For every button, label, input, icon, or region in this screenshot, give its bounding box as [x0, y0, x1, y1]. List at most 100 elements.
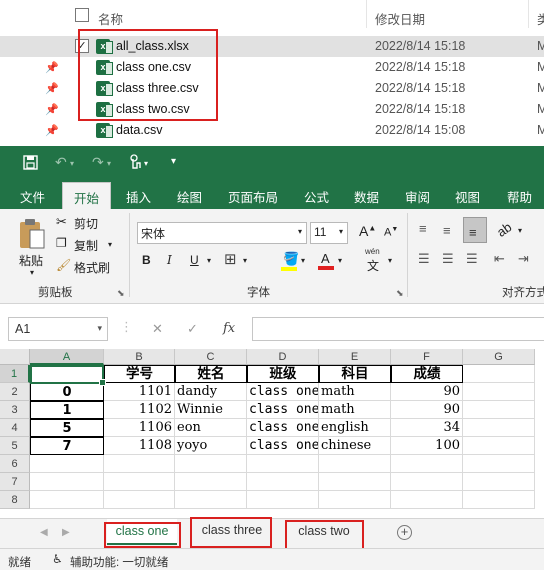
scroll-tabs-left-icon[interactable]: ◀: [40, 527, 48, 538]
select-all-checkbox[interactable]: [75, 8, 89, 22]
table-header-cell[interactable]: 成绩: [391, 365, 463, 383]
empty-cell[interactable]: [30, 491, 104, 509]
empty-cell[interactable]: [391, 491, 463, 509]
orientation-icon[interactable]: ab: [494, 219, 514, 240]
scroll-tabs-right-icon[interactable]: ▶: [62, 527, 70, 538]
empty-cell[interactable]: [319, 455, 391, 473]
underline-button[interactable]: U: [190, 253, 199, 267]
pin-icon[interactable]: 📌: [45, 61, 59, 74]
add-sheet-button[interactable]: +: [397, 525, 412, 540]
tab-6[interactable]: 数据: [354, 187, 379, 206]
name-box[interactable]: A1 ▾: [8, 317, 108, 341]
tab-8[interactable]: 视图: [455, 187, 480, 206]
customize-qat-icon[interactable]: ▾: [171, 156, 176, 167]
row-header[interactable]: 6: [0, 455, 30, 473]
pin-icon[interactable]: 📌: [45, 124, 59, 137]
row-header[interactable]: 7: [0, 473, 30, 491]
save-icon[interactable]: [23, 155, 38, 170]
font-name-select[interactable]: 宋体 ▾: [137, 222, 307, 244]
align-left-icon[interactable]: ☰: [418, 251, 430, 267]
row-header[interactable]: 3: [0, 401, 30, 419]
column-header-g[interactable]: G: [463, 349, 535, 365]
index-cell[interactable]: 0: [30, 383, 104, 401]
file-row[interactable]: 📌✓xdata.csv2022/8/14 15:08M: [0, 120, 544, 141]
empty-cell[interactable]: [463, 365, 535, 383]
increase-indent-icon[interactable]: ⇥: [518, 251, 529, 267]
font-size-select[interactable]: 11 ▾: [310, 222, 348, 244]
bold-button[interactable]: B: [142, 253, 151, 267]
data-cell[interactable]: 1106: [104, 419, 175, 437]
empty-cell[interactable]: [175, 473, 247, 491]
formula-input[interactable]: [252, 317, 544, 341]
data-cell[interactable]: 1108: [104, 437, 175, 455]
empty-cell[interactable]: [247, 491, 319, 509]
pin-icon[interactable]: 📌: [45, 103, 59, 116]
undo-dropdown-icon[interactable]: ▾: [70, 159, 74, 168]
row-header[interactable]: 8: [0, 491, 30, 509]
index-cell[interactable]: 7: [30, 437, 104, 455]
data-cell[interactable]: class one: [247, 419, 319, 437]
underline-dropdown-icon[interactable]: ▾: [207, 256, 211, 265]
column-header-e[interactable]: E: [319, 349, 391, 365]
decrease-indent-icon[interactable]: ⇤: [494, 251, 505, 267]
empty-cell[interactable]: [104, 455, 175, 473]
align-center-icon[interactable]: ☰: [442, 251, 454, 267]
column-header-a[interactable]: A: [30, 349, 104, 365]
enter-icon[interactable]: ✓: [187, 321, 198, 337]
empty-cell[interactable]: [104, 491, 175, 509]
font-color-dropdown-icon[interactable]: ▾: [338, 256, 342, 265]
pin-icon[interactable]: 📌: [45, 82, 59, 95]
touch-mode-icon[interactable]: [128, 154, 142, 171]
empty-cell[interactable]: [104, 473, 175, 491]
accessibility-status[interactable]: 辅助功能: 一切就绪: [70, 554, 168, 570]
copy-dropdown-icon[interactable]: ▾: [108, 240, 112, 249]
empty-cell[interactable]: [463, 383, 535, 401]
empty-cell[interactable]: [463, 473, 535, 491]
column-header-c[interactable]: C: [175, 349, 247, 365]
tab-5[interactable]: 公式: [304, 187, 329, 206]
empty-cell[interactable]: [175, 491, 247, 509]
tab-7[interactable]: 审阅: [405, 187, 430, 206]
empty-cell[interactable]: [463, 401, 535, 419]
empty-cell[interactable]: [463, 437, 535, 455]
fill-color-button[interactable]: 🪣: [281, 251, 299, 271]
italic-button[interactable]: I: [167, 253, 172, 267]
borders-icon[interactable]: ⊞: [224, 250, 237, 268]
borders-dropdown-icon[interactable]: ▾: [243, 256, 247, 265]
empty-cell[interactable]: [319, 491, 391, 509]
column-header-f[interactable]: F: [391, 349, 463, 365]
empty-cell[interactable]: [463, 419, 535, 437]
data-cell[interactable]: 90: [391, 401, 463, 419]
data-cell[interactable]: yoyo: [175, 437, 247, 455]
column-header-name[interactable]: 名称: [98, 9, 123, 28]
row-header[interactable]: 5: [0, 437, 30, 455]
data-cell[interactable]: english: [319, 419, 391, 437]
insert-function-button[interactable]: fx: [223, 321, 235, 336]
phonetic-dropdown-icon[interactable]: ▾: [388, 256, 392, 265]
column-header-b[interactable]: B: [104, 349, 175, 365]
tab-0[interactable]: 文件: [20, 187, 45, 206]
row-header[interactable]: 4: [0, 419, 30, 437]
worksheet-grid[interactable]: ABCDEFG 12345678 学号 姓名 班级 科目 成绩 0 1101 dandy cla…: [0, 349, 544, 518]
align-middle-icon[interactable]: ≡: [443, 223, 451, 238]
data-cell[interactable]: class one: [247, 401, 319, 419]
tab-9[interactable]: 帮助: [507, 187, 532, 206]
table-header-cell[interactable]: 班级: [247, 365, 319, 383]
column-divider[interactable]: [366, 0, 367, 28]
data-cell[interactable]: math: [319, 401, 391, 419]
align-right-icon[interactable]: ☰: [466, 251, 478, 267]
redo-icon[interactable]: ↷: [92, 154, 104, 171]
empty-cell[interactable]: [391, 455, 463, 473]
table-header-cell[interactable]: 学号: [104, 365, 175, 383]
orientation-dropdown-icon[interactable]: ▾: [518, 226, 522, 235]
data-cell[interactable]: class one: [247, 383, 319, 401]
undo-icon[interactable]: ↶: [55, 154, 67, 171]
data-cell[interactable]: 1102: [104, 401, 175, 419]
select-all-corner[interactable]: [0, 349, 30, 365]
data-cell[interactable]: eon: [175, 419, 247, 437]
increase-font-size-icon[interactable]: A▲: [359, 223, 376, 239]
index-cell[interactable]: 1: [30, 401, 104, 419]
paste-dropdown-icon[interactable]: ▾: [30, 268, 34, 277]
fill-dropdown-icon[interactable]: ▾: [301, 256, 305, 265]
column-header-modified[interactable]: 修改日期: [375, 9, 425, 28]
